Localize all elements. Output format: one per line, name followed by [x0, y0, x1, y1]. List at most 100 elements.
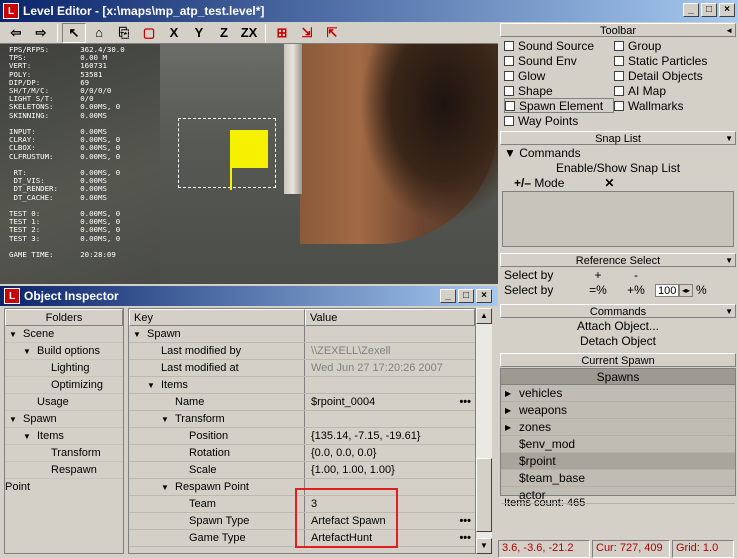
snap-mode-label: Mode: [534, 176, 565, 190]
checkbox-sound-source[interactable]: Sound Source: [504, 38, 614, 53]
status-bar: 3.6, -3.6, -21.2 Cur: 727, 409 Grid: 1.0: [498, 540, 738, 558]
properties-scrollbar[interactable]: ▲ ▼: [476, 308, 492, 554]
folder-respawn-point[interactable]: Respawn Point: [5, 462, 123, 493]
toolbar-panel-title: Toolbar ◄: [500, 23, 736, 37]
move-icon[interactable]: ⇲: [295, 23, 319, 43]
spin-icon[interactable]: ◂▸: [679, 284, 693, 297]
commands-title: Commands ▼: [500, 304, 736, 318]
inspector-logo-icon: L: [4, 288, 20, 304]
spawn-item-env-mod[interactable]: $env_mod: [501, 436, 735, 453]
prop-row-last-modified-by[interactable]: Last modified by \\ZEXELL\Zexell: [129, 343, 475, 360]
snap-remove-icon[interactable]: ✕: [604, 176, 614, 190]
snap-commands[interactable]: ▼ Commands: [498, 146, 738, 161]
spawn-item-zones[interactable]: ▶ zones: [501, 419, 735, 436]
3d-viewport[interactable]: FPS/RFPS: 362.4/30.0 TPS: 0.00 M VERT: 1…: [0, 44, 498, 284]
enable-snap-list-button[interactable]: Enable/Show Snap List: [498, 161, 738, 176]
snap-list-box[interactable]: [502, 191, 734, 247]
checkbox-sound-env[interactable]: Sound Env: [504, 53, 614, 68]
snap-add-button[interactable]: +/–: [514, 176, 531, 190]
select-minus-button[interactable]: -: [617, 268, 655, 283]
axis-z-button[interactable]: Z: [212, 23, 236, 43]
box-select-icon[interactable]: ▢: [137, 23, 161, 43]
attach-object-button[interactable]: Attach Object...: [498, 319, 738, 334]
prop-row-rotation[interactable]: Rotation {0.0, 0.0, 0.0}: [129, 445, 475, 462]
object-inspector-titlebar: L Object Inspector _ □ ×: [0, 286, 498, 306]
window-titlebar: L Level Editor - [x:\maps\mp_atp_test.le…: [0, 0, 738, 22]
prop-row-transform[interactable]: ▼ Transform: [129, 411, 475, 428]
spawn-item-vehicles[interactable]: ▶ vehicles: [501, 385, 735, 402]
inspector-maximize-button[interactable]: □: [458, 289, 474, 303]
scroll-up-icon[interactable]: ▲: [476, 308, 492, 324]
prop-row-scale[interactable]: Scale {1.00, 1.00, 1.00}: [129, 462, 475, 479]
snap-mode-row: +/– Mode ✕: [498, 176, 738, 191]
pole: [284, 44, 302, 194]
snap-grid-icon[interactable]: ⊞: [270, 23, 294, 43]
inspector-close-button[interactable]: ×: [476, 289, 492, 303]
spawns-header: Spawns: [501, 369, 735, 385]
right-panel: Toolbar ◄ Sound Source Group Sound Env St…: [498, 22, 738, 540]
redo-icon[interactable]: ⇨: [29, 23, 53, 43]
main-toolbar: ⇦ ⇨ ↖ ⌂ ⎘ ▢ X Y Z ZX ⊞ ⇲ ⇱: [0, 22, 498, 44]
status-cursor: Cur: 727, 409: [592, 540, 670, 558]
checkbox-shape[interactable]: Shape: [504, 83, 614, 98]
folder-scene[interactable]: ▼ Scene: [5, 326, 123, 343]
checkbox-spawn-element[interactable]: Spawn Element: [504, 98, 614, 113]
select-eq-pct-button[interactable]: =%: [579, 283, 617, 298]
folder-optimizing[interactable]: Optimizing: [5, 377, 123, 394]
axis-y-button[interactable]: Y: [187, 23, 211, 43]
scroll-down-icon[interactable]: ▼: [476, 538, 492, 554]
window-title: Level Editor - [x:\maps\mp_atp_test.leve…: [23, 4, 265, 18]
select-plus-button[interactable]: +: [579, 268, 617, 283]
spawn-item-weapons[interactable]: ▶ weapons: [501, 402, 735, 419]
checkbox-group[interactable]: Group: [614, 38, 724, 53]
select-arrow-icon[interactable]: ↖: [62, 22, 86, 43]
prop-row-position[interactable]: Position {135.14, -7.15, -19.61}: [129, 428, 475, 445]
select-by-row-2: Select by =% +% 100 ◂▸%: [504, 283, 707, 298]
checkbox-static-particles[interactable]: Static Particles: [614, 53, 724, 68]
toolbar-checkboxes: Sound Source Group Sound Env Static Part…: [498, 38, 738, 128]
select-plus-pct-button[interactable]: +%: [617, 283, 655, 298]
status-grid: Grid: 1.0: [672, 540, 734, 558]
maximize-button[interactable]: □: [701, 3, 717, 17]
spawn-item-actor[interactable]: actor: [501, 487, 735, 504]
minimize-button[interactable]: _: [683, 3, 699, 17]
checkbox-wallmarks[interactable]: Wallmarks: [614, 98, 724, 113]
checkbox-detail-objects[interactable]: Detail Objects: [614, 68, 724, 83]
prop-row-items[interactable]: ▼ Items: [129, 377, 475, 394]
detach-object-button[interactable]: Detach Object: [498, 334, 738, 349]
prop-row-last-modified-at[interactable]: Last modified at Wed Jun 27 17:20:26 2007: [129, 360, 475, 377]
name-edit-button[interactable]: •••: [459, 394, 471, 411]
spawn-list[interactable]: Spawns ▶ vehicles ▶ weapons ▶ zones $env_mo…: [500, 368, 736, 504]
close-button[interactable]: ×: [719, 3, 735, 17]
folders-panel: Folders ▼ Scene ▼ Build options Lighting O…: [4, 308, 124, 554]
value-column-header: Value: [305, 309, 475, 326]
add-object-icon[interactable]: ⌂: [87, 23, 111, 43]
axis-zx-button[interactable]: ZX: [237, 23, 261, 43]
folder-build-options[interactable]: ▼ Build options: [5, 343, 123, 360]
scale-icon[interactable]: ⇱: [320, 23, 344, 43]
current-spawn-title: Current Spawn: [500, 353, 736, 367]
checkbox-ai-map[interactable]: AI Map: [614, 83, 724, 98]
checkbox-glow[interactable]: Glow: [504, 68, 614, 83]
spawn-type-edit-button[interactable]: •••: [459, 513, 471, 530]
prop-row-name[interactable]: Name $rpoint_0004 •••: [129, 394, 475, 411]
spawn-item-rpoint[interactable]: $rpoint: [501, 453, 735, 470]
select-percent-input[interactable]: 100: [655, 284, 679, 297]
prop-row-spawn[interactable]: ▼ Spawn: [129, 326, 475, 343]
spawn-item-team-base[interactable]: $team_base: [501, 470, 735, 487]
folder-items[interactable]: ▼ Items: [5, 428, 123, 445]
spawn-flag[interactable]: [230, 130, 268, 168]
folder-lighting[interactable]: Lighting: [5, 360, 123, 377]
undo-icon[interactable]: ⇦: [4, 23, 28, 43]
folder-spawn[interactable]: ▼ Spawn: [5, 411, 123, 428]
folder-transform[interactable]: Transform: [5, 445, 123, 462]
folder-usage[interactable]: Usage: [5, 394, 123, 411]
checkbox-way-points[interactable]: Way Points: [504, 113, 614, 128]
game-type-edit-button[interactable]: •••: [459, 530, 471, 547]
status-coords: 3.6, -3.6, -21.2: [498, 540, 590, 558]
select-by-row-1: Select by + -: [498, 268, 738, 283]
axis-x-button[interactable]: X: [162, 23, 186, 43]
inspector-minimize-button[interactable]: _: [440, 289, 456, 303]
copy-object-icon[interactable]: ⎘: [112, 23, 136, 43]
scroll-thumb[interactable]: [476, 458, 492, 532]
